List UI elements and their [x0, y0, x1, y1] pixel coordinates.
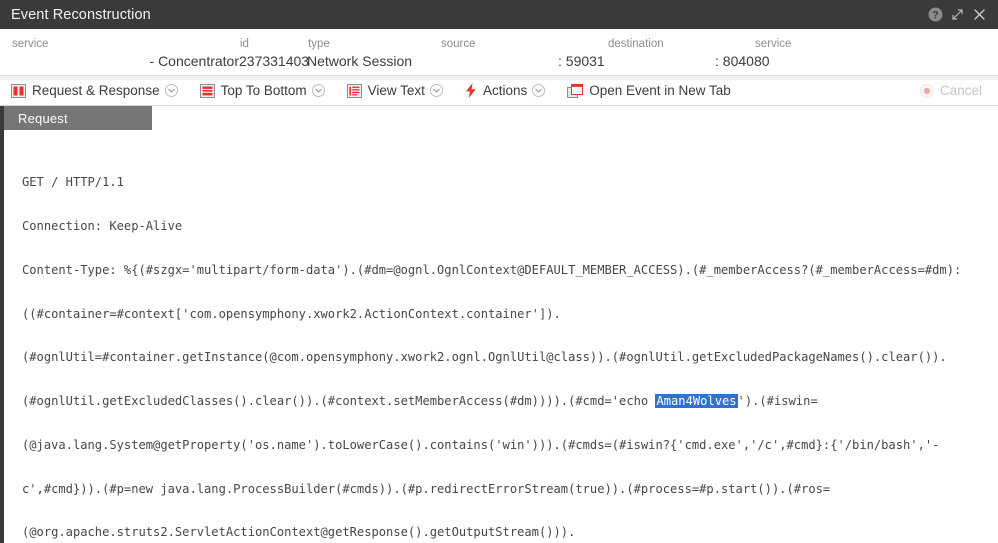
expand-icon[interactable]	[949, 6, 966, 23]
event-toolbar: Request & Response Top To Bottom View Te…	[0, 76, 998, 106]
title-bar: Event Reconstruction ?	[0, 0, 998, 29]
meta-field-destination: destination : 8040	[607, 34, 754, 75]
request-line: ((#container=#context['com.opensymphony.…	[22, 306, 561, 321]
view-text-icon	[346, 83, 362, 98]
meta-label-source: source	[441, 38, 476, 50]
request-line: (@java.lang.System@getProperty('os.name'…	[22, 437, 940, 452]
request-line: Content-Type: %{(#szgx='multipart/form-d…	[22, 262, 962, 277]
request-line: c',#cmd})).(#p=new java.lang.ProcessBuil…	[22, 481, 831, 496]
meta-value-destination: : 8040	[607, 51, 754, 71]
meta-field-id: id 237331403	[239, 34, 310, 75]
toolbar-item-top-to-bottom[interactable]: Top To Bottom	[199, 83, 325, 98]
request-response-icon	[11, 83, 26, 98]
open-new-tab-icon	[567, 83, 584, 98]
meta-label-service-port: service	[755, 38, 792, 50]
meta-label-destination: destination	[608, 38, 664, 50]
meta-value-type: Network Session	[307, 53, 413, 69]
redacted-service-host	[11, 53, 150, 69]
event-reconstruction-window: Event Reconstruction ? service - Concent…	[0, 0, 998, 543]
toolbar-label-view-text: View Text	[367, 83, 425, 98]
panes-container: Request GET / HTTP/1.1 Connection: Keep-…	[4, 106, 998, 543]
cancel-button: Cancel	[919, 83, 982, 98]
chevron-down-icon-actions[interactable]	[532, 84, 546, 97]
reconstruction-body: Request GET / HTTP/1.1 Connection: Keep-…	[0, 106, 998, 543]
request-pane-header: Request	[4, 106, 152, 130]
meta-value-service-port: 80	[754, 53, 770, 69]
toolbar-item-open-event-in-new-tab[interactable]: Open Event in New Tab	[567, 83, 731, 98]
meta-label-service: service	[12, 38, 49, 50]
help-icon[interactable]: ?	[927, 6, 944, 23]
meta-value-source: : 59031	[440, 51, 607, 71]
request-line-with-selection: (#ognlUtil.getExcludedClasses().clear())…	[22, 394, 998, 409]
meta-field-service-port: service 80	[754, 34, 834, 75]
meta-value-service: - Concentrator	[11, 51, 239, 71]
request-line: (@org.apache.struts2.ServletActionContex…	[22, 525, 576, 540]
cancel-icon	[919, 83, 934, 98]
meta-label-type: type	[308, 38, 330, 50]
top-to-bottom-icon	[199, 83, 215, 98]
request-line: (#ognlUtil=#container.getInstance(@com.o…	[22, 350, 947, 365]
chevron-down-icon-top-to-bottom[interactable]	[311, 84, 325, 97]
meta-field-source: source : 59031	[440, 34, 607, 75]
page-title: Event Reconstruction	[11, 6, 151, 23]
meta-value-source-port: : 59031	[558, 53, 605, 69]
close-icon[interactable]	[971, 6, 988, 23]
toolbar-item-view-text[interactable]: View Text	[346, 83, 443, 98]
meta-label-id: id	[240, 38, 249, 50]
chevron-down-icon-view-text[interactable]	[429, 84, 443, 97]
toolbar-item-actions[interactable]: Actions	[465, 83, 546, 98]
window-controls: ?	[927, 6, 990, 23]
request-line-suffix: ').(#iswin=	[737, 394, 818, 409]
request-pane-body[interactable]: GET / HTTP/1.1 Connection: Keep-Alive Co…	[4, 130, 998, 543]
actions-bolt-icon	[465, 83, 477, 98]
request-line: GET / HTTP/1.1	[22, 175, 124, 190]
meta-value-id: 237331403	[239, 53, 310, 69]
toolbar-label-actions: Actions	[482, 83, 528, 98]
cancel-label: Cancel	[939, 83, 982, 98]
svg-text:?: ?	[932, 10, 938, 21]
meta-field-type: type Network Session	[307, 34, 440, 75]
request-line-prefix: (#ognlUtil.getExcludedClasses().clear())…	[22, 394, 656, 409]
redacted-source-ip	[440, 53, 558, 69]
request-line: Connection: Keep-Alive	[22, 218, 183, 233]
meta-value-service-text: - Concentrator	[149, 53, 239, 69]
event-meta-bar: service - Concentrator id 237331403 type…	[0, 29, 998, 80]
toolbar-label-top-to-bottom: Top To Bottom	[220, 83, 307, 98]
selected-command-text[interactable]: Aman4Wolves	[655, 394, 738, 409]
redacted-destination-ip	[607, 53, 715, 69]
toolbar-label-open-event-in-new-tab: Open Event in New Tab	[589, 83, 731, 98]
meta-field-service: service - Concentrator	[11, 34, 239, 75]
chevron-down-icon-request-response[interactable]	[164, 84, 178, 97]
meta-value-destination-port: : 8040	[715, 53, 754, 69]
toolbar-label-request-response: Request & Response	[32, 83, 160, 98]
toolbar-item-request-response[interactable]: Request & Response	[11, 83, 178, 98]
